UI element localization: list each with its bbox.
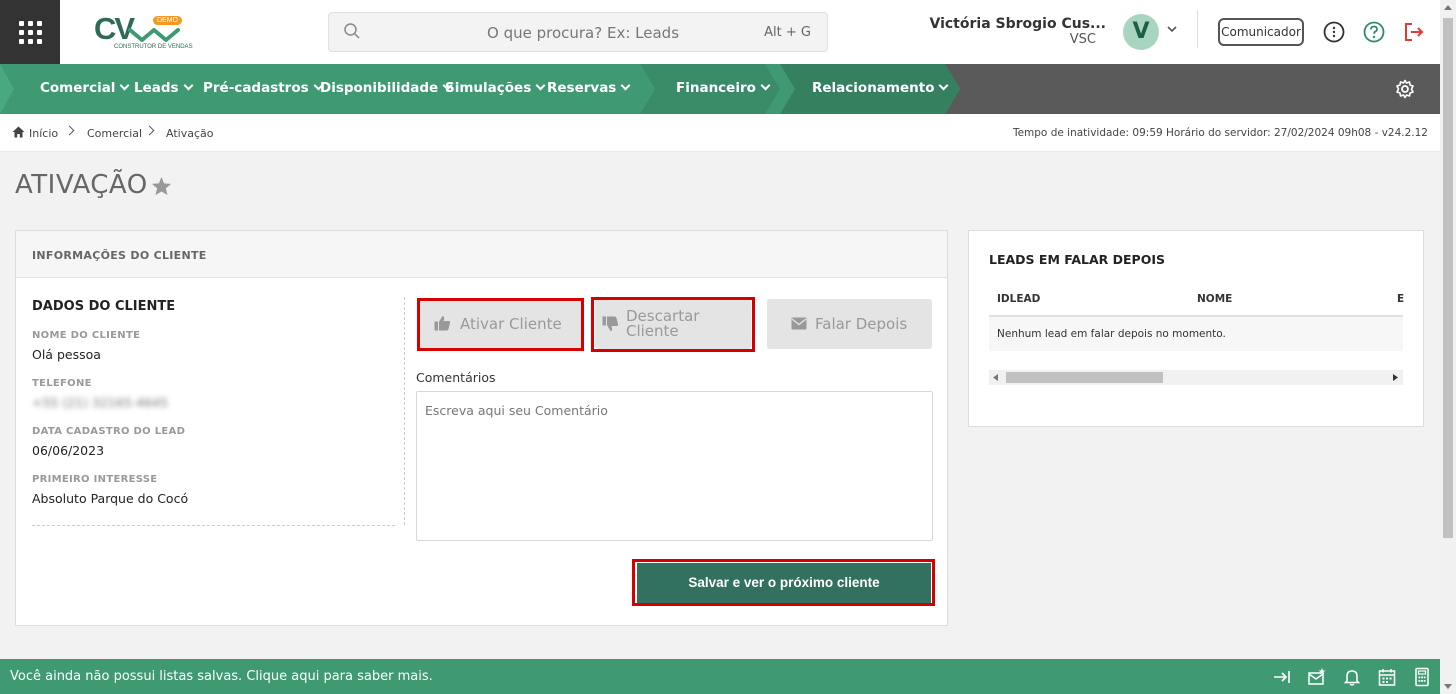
scrollbar-thumb[interactable] [1443,18,1453,538]
field-label-data-cadastro: DATA CADASTRO DO LEAD [32,426,186,437]
client-data-title: DADOS DO CLIENTE [32,299,176,314]
nav-item-simulacoes[interactable]: Simulações [445,80,546,96]
logo-wave-icon [128,28,180,42]
panel-header-title: INFORMAÇÕES DO CLIENTE [32,249,207,262]
comunicador-button[interactable]: Comunicador [1218,18,1304,46]
nav-label: Relacionamento [812,80,935,96]
user-name[interactable]: Victória Sbrogio Cus... [930,16,1107,32]
nav-label: Simulações [445,80,532,96]
vertical-scrollbar[interactable] [1440,0,1456,694]
nav-item-financeiro[interactable]: Financeiro [676,80,771,96]
chevron-down-icon [620,80,631,91]
comments-textarea[interactable] [416,391,933,541]
nav-label: Comercial [40,80,116,96]
field-value-telefone: +55 (21) 32165-4645 [32,395,169,410]
apps-grid-icon[interactable] [0,0,60,64]
highlight-box [417,298,584,351]
home-icon[interactable] [12,126,25,138]
field-value-nome: Olá pessoa [32,347,101,362]
mail-star-icon[interactable] [1307,667,1327,687]
scroll-up-icon[interactable] [1444,5,1452,10]
side-panel-title: LEADS EM FALAR DEPOIS [989,252,1165,267]
divider [32,525,395,526]
field-value-primeiro-interesse: Absoluto Parque do Cocó [32,491,189,506]
nav-item-reservas[interactable]: Reservas [547,80,631,96]
nav-item-disponibilidade[interactable]: Disponibilidade [320,80,453,96]
logo[interactable]: CV DEMO CONSTRUTOR DE VENDAS [94,12,193,54]
nav-label: Financeiro [676,80,756,96]
search-shortcut: Alt + G [764,25,811,40]
column-header-truncated[interactable]: E [1397,293,1404,305]
search-bar[interactable]: O que procura? Ex: Leads Alt + G [328,12,828,52]
search-icon [344,23,360,39]
help-icon[interactable] [1363,21,1385,43]
nav-arrow-decoration [0,64,14,114]
panel-header: INFORMAÇÕES DO CLIENTE [16,231,947,278]
highlight-box [632,559,935,606]
field-label-telefone: TELEFONE [32,378,92,389]
nav-label: Disponibilidade [320,80,439,96]
field-value-data-cadastro: 06/06/2023 [32,443,105,458]
leads-falar-depois-panel: LEADS EM FALAR DEPOIS IDLEAD NOME E Nenh… [968,230,1424,427]
chevron-right-icon [144,125,155,136]
breadcrumb: Início Comercial Ativação Tempo de inati… [0,114,1440,152]
calendar-icon[interactable] [1377,667,1397,687]
field-label-primeiro-interesse: PRIMEIRO INTERESSE [32,474,158,485]
chevron-down-icon[interactable] [1166,24,1178,34]
nav-label: Leads [134,80,179,96]
calculator-icon[interactable] [1412,667,1432,687]
server-status: Tempo de inatividade: 09:59 Horário do s… [1012,127,1428,139]
divider [1197,10,1198,48]
logo-subtitle: CONSTRUTOR DE VENDAS [114,44,193,50]
footer-bar: Você ainda não possui listas salvas. Cli… [0,659,1440,694]
divider [404,297,405,525]
chevron-down-icon [760,80,771,91]
saved-lists-message[interactable]: Você ainda não possui listas salvas. Cli… [10,669,433,684]
field-label-nome: NOME DO CLIENTE [32,330,141,341]
main-nav: Comercial Leads Pré-cadastros Disponibil… [0,64,1440,114]
collapse-right-icon[interactable] [1272,667,1292,687]
page-title: ATIVAÇÃO [15,170,148,200]
chevron-down-icon [535,80,546,91]
highlight-box [591,297,755,352]
chevron-down-icon [119,80,130,91]
column-header-idlead[interactable]: IDLEAD [997,293,1040,305]
nav-item-comercial[interactable]: Comercial [40,80,130,96]
envelope-icon [791,317,807,330]
chevron-down-icon [183,80,194,91]
nav-item-pre-cadastros[interactable]: Pré-cadastros [203,80,324,96]
column-header-nome[interactable]: NOME [1197,293,1232,305]
avatar[interactable]: V [1123,14,1159,50]
top-bar: CV DEMO CONSTRUTOR DE VENDAS O que procu… [0,0,1440,64]
nav-label: Reservas [547,80,617,96]
chevron-right-icon [64,125,75,136]
horizontal-scrollbar[interactable] [989,370,1403,385]
table-row: Nenhum lead em falar depois no momento. [989,317,1403,351]
comments-label: Comentários [416,370,496,385]
chevron-down-icon [939,80,949,91]
falar-depois-button[interactable]: Falar Depois [767,299,932,349]
empty-message: Nenhum lead em falar depois no momento. [997,328,1226,340]
breadcrumb-item-ativacao: Ativação [166,127,214,140]
client-info-panel: INFORMAÇÕES DO CLIENTE DADOS DO CLIENTE … [15,230,948,626]
logout-icon[interactable] [1403,21,1425,43]
scrollbar-thumb[interactable] [1006,372,1163,383]
breadcrumb-item-inicio[interactable]: Início [29,127,58,140]
breadcrumb-item-comercial[interactable]: Comercial [87,127,142,140]
favorite-star-icon[interactable] [151,176,172,196]
user-initials: VSC [1069,32,1096,47]
scroll-down-icon[interactable] [1444,684,1452,689]
gear-icon[interactable] [1395,79,1415,99]
search-placeholder: O que procura? Ex: Leads [487,24,680,42]
demo-badge: DEMO [153,16,182,25]
scroll-left-icon[interactable] [993,374,999,381]
nav-item-relacionamento[interactable]: Relacionamento [812,80,949,96]
info-icon[interactable] [1323,21,1345,43]
nav-item-leads[interactable]: Leads [134,80,194,96]
nav-label: Pré-cadastros [203,80,309,96]
bell-icon[interactable] [1342,667,1362,687]
scroll-right-icon[interactable] [1393,374,1399,381]
falar-depois-label: Falar Depois [815,315,908,333]
